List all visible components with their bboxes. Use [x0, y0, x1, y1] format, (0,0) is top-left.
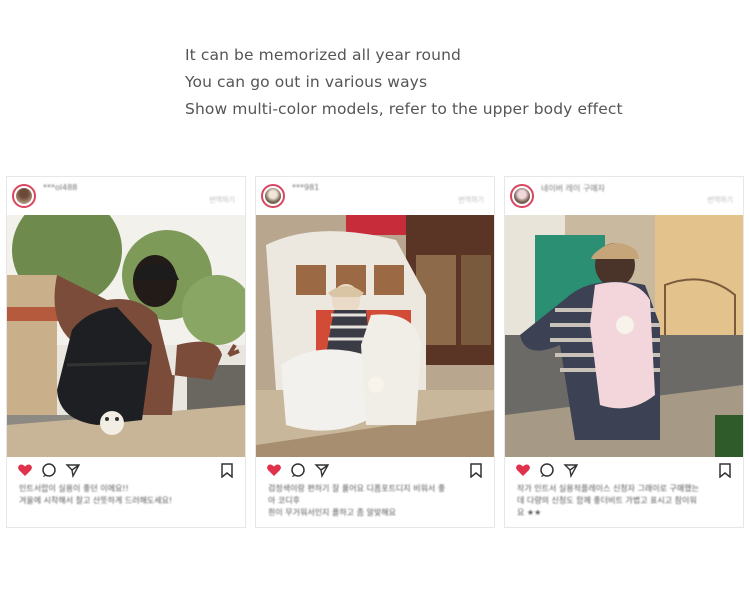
post-actions: [7, 459, 245, 481]
caption-line: 인트서랍이 실용이 좋던 이에요!!: [19, 484, 129, 493]
share-icon[interactable]: [314, 462, 330, 478]
post-caption: 인트서랍이 실용이 좋던 이에요!! 겨울에 시착해서 찰고 산뜻하게 드러해도…: [19, 483, 233, 507]
intro-text: It can be memorized all year round You c…: [185, 42, 623, 123]
translate-link[interactable]: 번역하기: [707, 195, 733, 205]
avatar[interactable]: [261, 184, 285, 208]
bookmark-icon[interactable]: [468, 462, 484, 478]
post-caption: 검정색이랑 편하기 잘 풀어요 디폼포트디지 비워서 좋 아 코디후 흰이 무거…: [268, 483, 482, 519]
post-photo[interactable]: [505, 215, 743, 457]
caption-line: 작가 인트서 실용적플레이스 신청자 그래이로 구매했는: [517, 484, 699, 493]
heart-icon[interactable]: [515, 462, 531, 478]
heart-icon[interactable]: [266, 462, 282, 478]
share-icon[interactable]: [563, 462, 579, 478]
post-header: ***981 번역하기: [256, 177, 494, 215]
intro-line-2: You can go out in various ways: [185, 73, 428, 91]
post-card-1: ***ol488 번역하기 인트서랍이 실용이 좋던 이에요!! 겨울에 시착해…: [6, 176, 246, 528]
heart-icon[interactable]: [17, 462, 33, 478]
caption-line: 요 ★★: [517, 508, 542, 517]
avatar[interactable]: [510, 184, 534, 208]
post-handle[interactable]: ***ol488: [43, 183, 77, 192]
translate-link[interactable]: 번역하기: [458, 195, 484, 205]
avatar[interactable]: [12, 184, 36, 208]
post-card-3: 네이버 레이 구매자 번역하기 작가 인트서 실용적플레이스 신청자 그래이로 …: [504, 176, 744, 528]
post-header: 네이버 레이 구매자 번역하기: [505, 177, 743, 215]
caption-line: 흰이 무거워서인지 폴하고 좀 알맞해요: [268, 508, 396, 517]
translate-link[interactable]: 번역하기: [209, 195, 235, 205]
post-handle[interactable]: 네이버 레이 구매자: [541, 183, 605, 194]
intro-line-3: Show multi-color models, refer to the up…: [185, 100, 623, 118]
share-icon[interactable]: [65, 462, 81, 478]
caption-line: 겨울에 시착해서 찰고 산뜻하게 드러해도세요!: [19, 496, 173, 505]
intro-line-1: It can be memorized all year round: [185, 46, 461, 64]
comment-icon[interactable]: [290, 462, 306, 478]
comment-icon[interactable]: [41, 462, 57, 478]
comment-icon[interactable]: [539, 462, 555, 478]
post-photo[interactable]: [256, 215, 494, 457]
caption-line: 데 다량의 신청도 함께 좋더비트 가볍고 표시고 참이워: [517, 496, 697, 505]
post-header: ***ol488 번역하기: [7, 177, 245, 215]
bookmark-icon[interactable]: [219, 462, 235, 478]
post-handle[interactable]: ***981: [292, 183, 319, 192]
caption-line: 아 코디후: [268, 496, 300, 505]
post-photo[interactable]: [7, 215, 245, 457]
post-caption: 작가 인트서 실용적플레이스 신청자 그래이로 구매했는 데 다량의 신청도 함…: [517, 483, 731, 519]
caption-line: 검정색이랑 편하기 잘 풀어요 디폼포트디지 비워서 좋: [268, 484, 446, 493]
post-actions: [505, 459, 743, 481]
post-actions: [256, 459, 494, 481]
bookmark-icon[interactable]: [717, 462, 733, 478]
post-card-2: ***981 번역하기 검정색이랑 편하기 잘 풀어요 디폼포트디지 비워서 좋…: [255, 176, 495, 528]
